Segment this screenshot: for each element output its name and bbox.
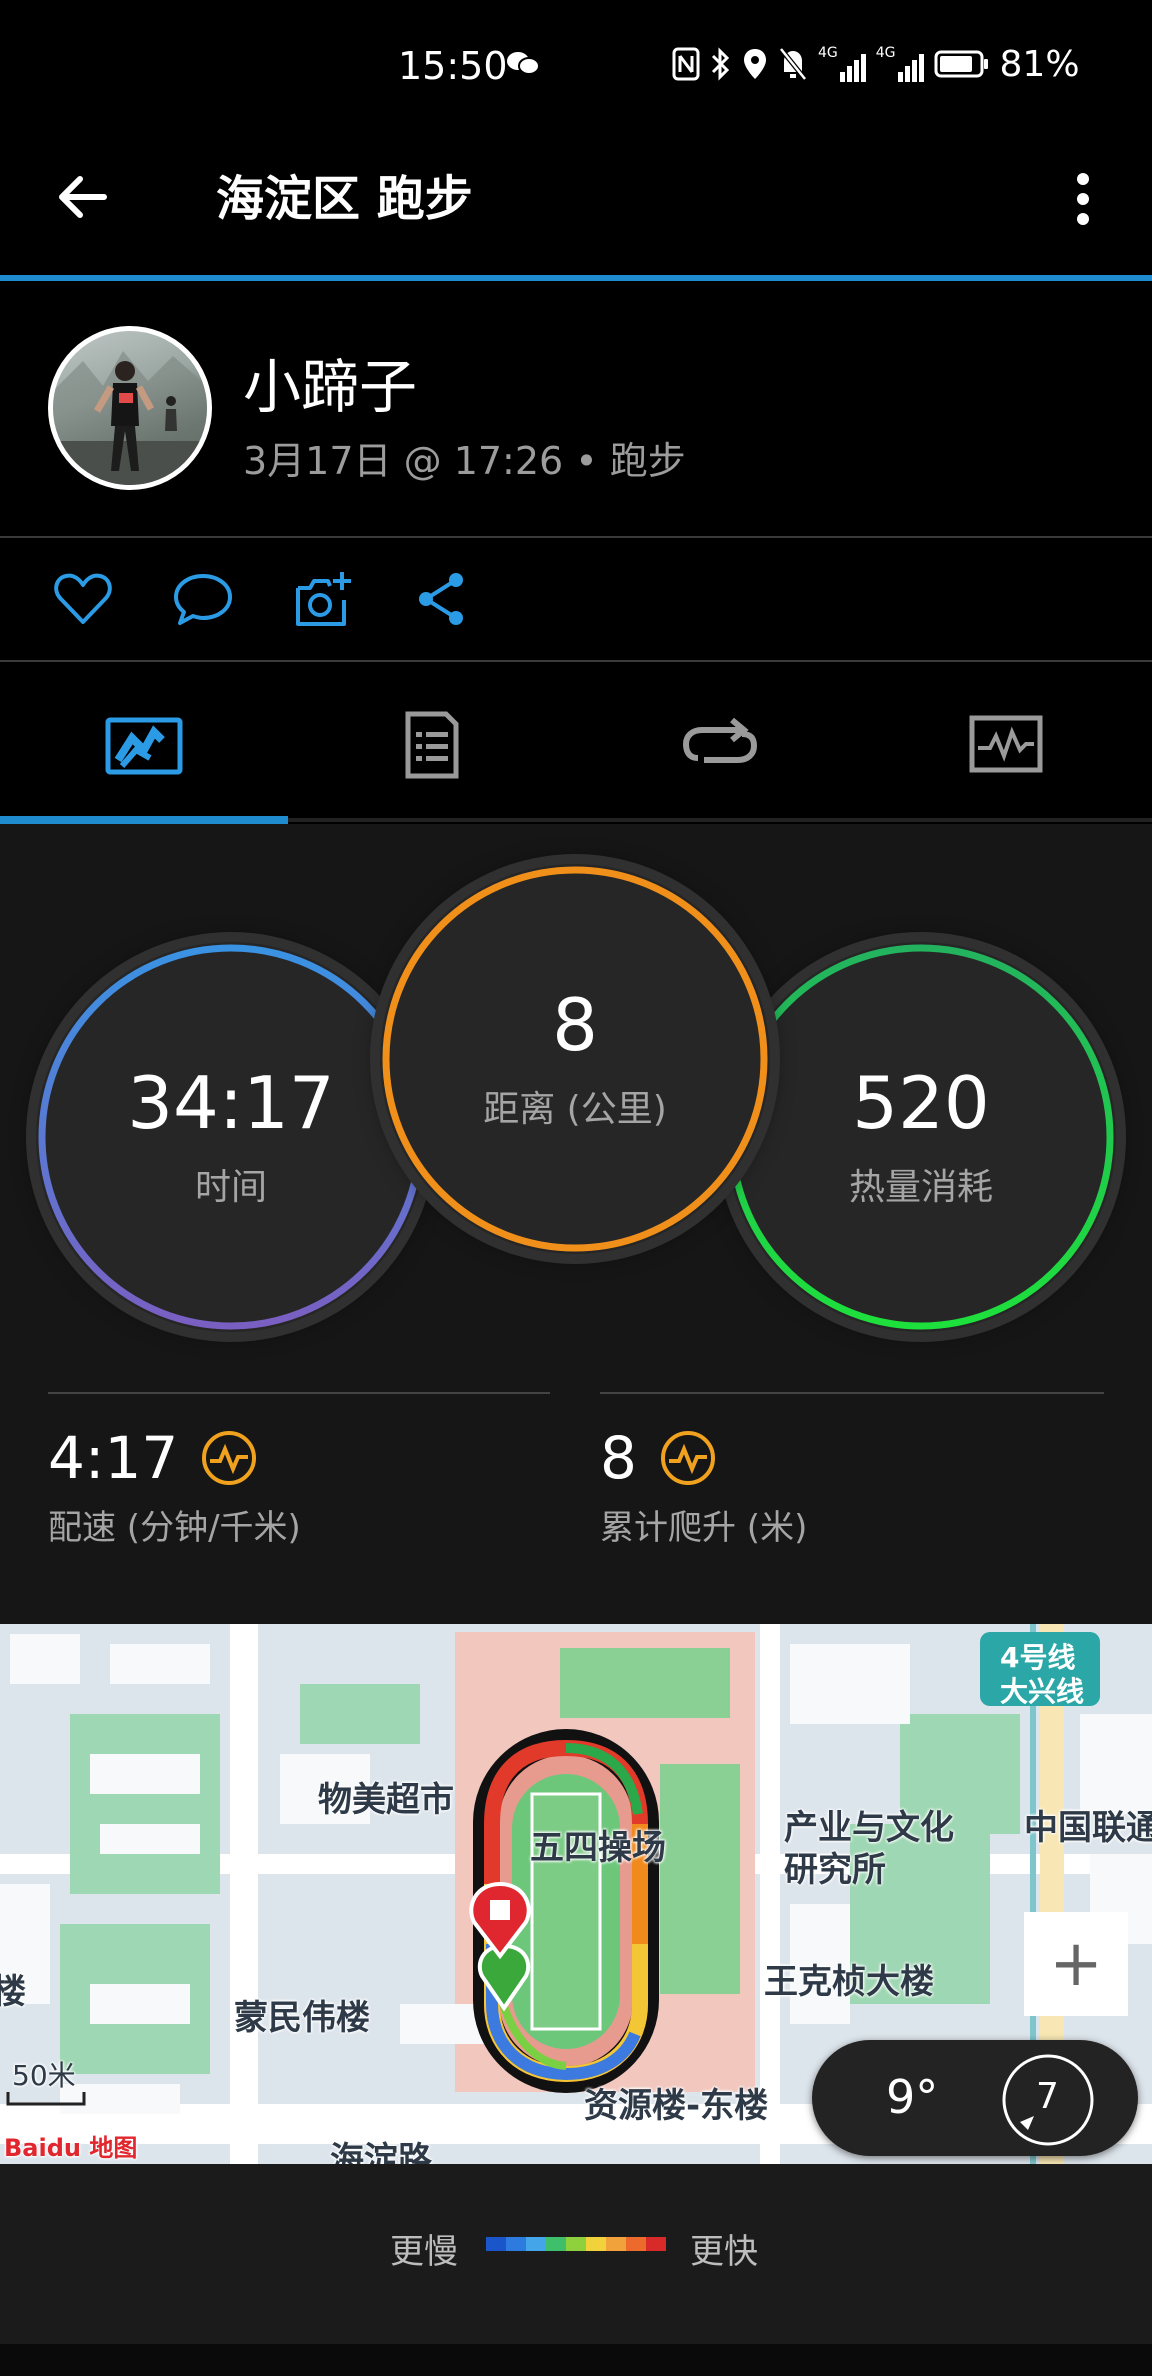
mute-icon <box>779 47 807 81</box>
stats-section: 34:17 时间 520 热量消耗 8 距离 (公里) 4:17 配速 (分钟/… <box>0 824 1152 1624</box>
battery-icon <box>934 50 988 78</box>
ascent-badge-icon <box>660 1431 715 1485</box>
activity-date: 3月17日 @ 17:26 • 跑步 <box>243 439 686 483</box>
signal-1-icon: 4G <box>818 46 866 82</box>
pace-value: 4:17 <box>48 1424 179 1492</box>
map-label: 王克桢大楼 <box>764 1962 934 2002</box>
back-arrow-icon[interactable] <box>54 167 114 227</box>
pace-legend: 更慢 更快 <box>0 2164 1152 2344</box>
distance-ring <box>382 866 768 1252</box>
ascent-label: 累计爬升 (米) <box>600 1508 808 1548</box>
legend-fast-label: 更快 <box>690 2232 758 2272</box>
map-label: 研究所 <box>784 1850 886 1890</box>
signal-2-icon: 4G <box>876 46 924 82</box>
pace-label: 配速 (分钟/千米) <box>48 1508 301 1548</box>
time-stat: 34:17 时间 <box>36 942 426 1332</box>
status-bar: 15:50 4G 4G 81% <box>0 0 1152 135</box>
map-label: 楼 <box>0 1972 26 2012</box>
map-label: 物美超市 <box>318 1780 454 1820</box>
active-tab-indicator <box>0 816 288 824</box>
details-tab-icon[interactable] <box>392 710 472 780</box>
legend-slow-label: 更慢 <box>390 2232 458 2272</box>
temperature: 9° <box>886 2070 939 2124</box>
overview-tab-icon[interactable] <box>104 710 184 780</box>
wechat-icon <box>507 52 540 75</box>
user-name: 小蹄子 <box>243 353 418 421</box>
location-icon <box>744 49 766 79</box>
add-photo-icon[interactable] <box>292 568 354 630</box>
map-label: 五四操场 <box>530 1828 666 1868</box>
app-bar-divider <box>0 275 1152 281</box>
map-label: 中国联通 <box>1024 1808 1152 1848</box>
runner-photo <box>53 351 207 485</box>
map-label: 蒙民伟楼 <box>234 1998 370 2038</box>
time-ring <box>38 944 424 1330</box>
charts-tab-icon[interactable] <box>966 710 1046 780</box>
baidu-map-logo: Baidu 地图 <box>4 2134 138 2162</box>
status-time: 15:50 <box>398 44 508 88</box>
zoom-in-button[interactable]: + <box>1024 1912 1128 2016</box>
metro-line-name: 大兴线 <box>1000 1675 1085 1708</box>
calories-ring <box>728 944 1114 1330</box>
laps-tab-icon[interactable] <box>680 710 760 780</box>
share-icon[interactable] <box>412 568 474 630</box>
plus-icon: + <box>1049 1927 1103 2001</box>
pace-color-bar <box>486 2237 666 2251</box>
weather-widget[interactable]: 9° 7 <box>812 2040 1138 2156</box>
battery-percent: 81% <box>999 43 1080 85</box>
more-options-icon[interactable] <box>1068 169 1098 229</box>
nfc-icon <box>672 47 700 81</box>
like-icon[interactable] <box>52 568 114 630</box>
pace-badge-icon <box>202 1431 257 1485</box>
ascent-value: 8 <box>600 1424 637 1492</box>
nav-bar-area <box>0 2344 1152 2376</box>
avatar[interactable] <box>48 326 212 490</box>
wind-speed: 7 <box>1036 2076 1059 2117</box>
map-scale: 50米 <box>12 2059 76 2092</box>
divider <box>0 660 1152 662</box>
divider <box>0 536 1152 538</box>
metric-divider <box>600 1392 1104 1394</box>
app-bar: 海淀区 跑步 <box>0 135 1152 275</box>
bluetooth-icon <box>711 47 730 81</box>
map-label: 资源楼-东楼 <box>584 2086 769 2126</box>
metric-divider <box>48 1392 550 1394</box>
ascent-metric: 8 <box>600 1424 717 1492</box>
map-label: 海淀路 <box>330 2140 432 2164</box>
page-title: 海淀区 跑步 <box>216 171 473 227</box>
comment-icon[interactable] <box>172 568 234 630</box>
pace-metric: 4:17 <box>48 1424 258 1492</box>
calories-stat: 520 热量消耗 <box>726 942 1116 1332</box>
status-icons: 4G 4G 81% <box>672 43 1080 85</box>
distance-stat: 8 距离 (公里) <box>380 864 770 1254</box>
